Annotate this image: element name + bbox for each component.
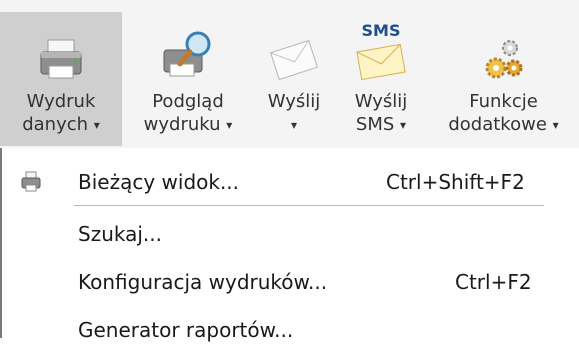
chevron-down-icon: ▾ xyxy=(552,118,559,132)
ribbon-toolbar: Wydruk danych ▾ Podgląd wydruku ▾ Wyślij… xyxy=(0,0,579,148)
print-data-button[interactable]: Wydruk danych ▾ xyxy=(0,12,122,146)
chevron-down-icon: ▾ xyxy=(226,118,233,132)
menu-item-shortcut: Ctrl+Shift+F2 xyxy=(386,170,525,194)
sms-badge: SMS xyxy=(362,21,401,40)
chevron-down-icon: ▾ xyxy=(290,118,297,132)
send-sms-button[interactable]: SMS Wyślij SMS ▾ xyxy=(338,12,424,146)
menu-item-current-view[interactable]: Bieżący widok... Ctrl+Shift+F2 xyxy=(0,158,579,206)
menu-item-label: Generator raportów... xyxy=(78,318,294,342)
menu-item-report-generator[interactable]: Generator raportów... xyxy=(0,306,579,354)
sms-envelope-icon: SMS xyxy=(351,12,411,84)
printer-small-icon xyxy=(20,170,44,199)
print-data-label: Wydruk danych xyxy=(22,91,96,135)
menu-item-print-configuration[interactable]: Konfiguracja wydruków... Ctrl+F2 xyxy=(0,258,579,306)
print-preview-button[interactable]: Podgląd wydruku ▾ xyxy=(126,12,250,146)
send-button[interactable]: Wyślij ▾ xyxy=(254,12,334,146)
chevron-down-icon: ▾ xyxy=(400,118,407,132)
gears-icon xyxy=(474,12,534,84)
menu-item-shortcut: Ctrl+F2 xyxy=(455,270,532,294)
printer-icon xyxy=(31,12,91,84)
menu-item-search[interactable]: Szukaj... xyxy=(0,210,579,258)
envelope-icon xyxy=(264,12,324,84)
additional-functions-button[interactable]: Funkcje dodatkowe ▾ xyxy=(428,12,579,146)
print-dropdown-menu: Bieżący widok... Ctrl+Shift+F2 Szukaj...… xyxy=(0,148,579,342)
menu-item-label: Konfiguracja wydruków... xyxy=(78,270,328,294)
chevron-down-icon: ▾ xyxy=(93,118,100,132)
send-label: Wyślij xyxy=(267,91,321,112)
additional-functions-label: Funkcje dodatkowe xyxy=(448,91,547,135)
menu-item-label: Szukaj... xyxy=(78,222,162,246)
print-preview-magnifier-icon xyxy=(158,12,218,84)
menu-separator xyxy=(74,205,544,206)
menu-item-label: Bieżący widok... xyxy=(78,170,240,194)
print-preview-label: Podgląd wydruku xyxy=(143,91,224,135)
